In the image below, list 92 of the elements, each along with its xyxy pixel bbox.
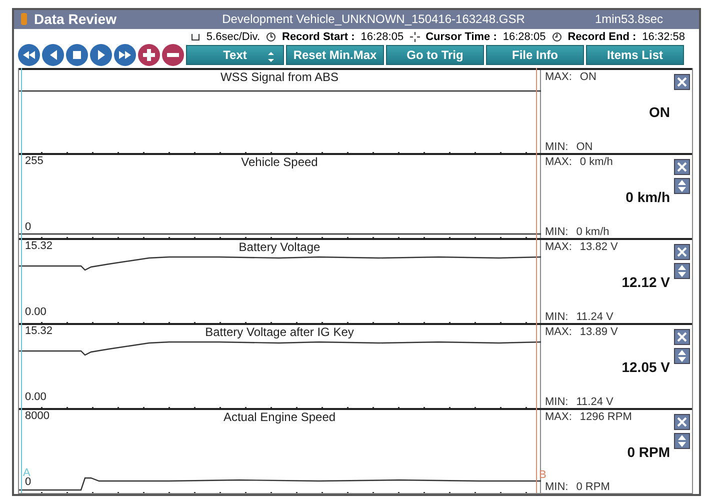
record-start-time: 16:28:05 [360, 31, 404, 44]
plus-icon [143, 49, 155, 61]
axis-min-label: 0 [25, 221, 32, 233]
min-label: MIN: [545, 311, 568, 323]
signal-title: Vehicle Speed [241, 155, 318, 169]
stop-icon [73, 51, 81, 59]
close-button[interactable] [674, 74, 690, 90]
toolbar-button[interactable]: Items List [586, 45, 684, 65]
min-value: 0 RPM [576, 481, 610, 493]
axis-min-label: 0.00 [25, 391, 46, 403]
record-duration: 1min53.8sec [594, 12, 664, 26]
reorder-button[interactable] [674, 263, 690, 279]
current-value: 12.12 V [622, 274, 671, 290]
close-button[interactable] [674, 244, 690, 260]
max-value: 13.89 V [580, 326, 618, 338]
signal-title: Battery Voltage [238, 240, 320, 254]
max-value: 13.82 V [580, 241, 618, 253]
app-logo-icon [20, 12, 28, 26]
play-button[interactable] [90, 44, 112, 66]
signal-title: Actual Engine Speed [223, 410, 336, 424]
axis-max-label: 15.32 [25, 240, 53, 252]
signal-title: WSS Signal from ABS [220, 70, 339, 84]
close-icon [677, 162, 687, 172]
close-icon [677, 247, 687, 257]
min-label: MIN: [545, 481, 568, 493]
axis-min-label: 0 [25, 476, 32, 488]
reorder-button[interactable] [674, 348, 690, 364]
toolbar-button[interactable]: Go to Trig [386, 45, 484, 65]
play-icon [98, 50, 104, 60]
record-start-label: Record Start : [282, 31, 355, 44]
time-scale: 5.6sec/Div. [206, 31, 260, 44]
cursor-label: A [23, 467, 30, 479]
scale-icon [191, 33, 200, 42]
cursor-time: 16:28:05 [502, 31, 546, 44]
reorder-button[interactable] [674, 178, 690, 194]
up-down-arrow-icon [678, 265, 686, 277]
remove-button[interactable] [162, 44, 184, 66]
close-icon [677, 77, 687, 87]
toolbar-button[interactable]: Reset Min.Max [286, 45, 384, 65]
back-button[interactable] [42, 44, 64, 66]
window-title: Data Review [34, 11, 118, 28]
close-icon [677, 332, 687, 342]
current-value: ON [649, 104, 671, 120]
axis-max-label: 255 [25, 155, 44, 167]
axis-min-label: 0.00 [25, 306, 46, 318]
min-label: MIN: [545, 396, 568, 408]
axis-max-label: 15.32 [25, 325, 53, 337]
rewind-button[interactable] [18, 44, 40, 66]
rewind-icon [23, 51, 35, 59]
close-icon [677, 417, 687, 427]
min-label: MIN: [545, 141, 568, 153]
clock-icon [266, 32, 276, 42]
current-value: 0 RPM [627, 444, 671, 460]
min-value: 0 km/h [576, 226, 610, 238]
min-value: 11.24 V [576, 311, 614, 323]
close-button[interactable] [674, 329, 690, 345]
signal-title: Battery Voltage after IG Key [205, 325, 354, 339]
display-mode-dropdown[interactable]: Text [186, 45, 284, 65]
max-label: MAX: [545, 71, 572, 83]
close-button[interactable] [674, 414, 690, 430]
min-value: ON [576, 141, 593, 153]
stop-button[interactable] [66, 44, 88, 66]
up-down-arrow-icon [678, 180, 686, 192]
minus-icon [167, 53, 179, 57]
crosshair-icon [410, 32, 420, 42]
cursor-time-label: Cursor Time : [426, 31, 497, 44]
min-label: MIN: [545, 226, 568, 238]
close-button[interactable] [674, 159, 690, 175]
record-end-label: Record End : [568, 31, 636, 44]
max-value: ON [580, 71, 596, 83]
min-value: 11.24 V [576, 396, 614, 408]
file-name: Development Vehicle_UNKNOWN_150416-163248.GSR [221, 12, 526, 26]
max-label: MAX: [545, 241, 572, 253]
max-value: 0 km/h [580, 156, 613, 168]
up-down-arrow-icon [678, 435, 686, 447]
fast-forward-icon [119, 51, 131, 59]
previous-icon [50, 50, 56, 60]
up-down-arrow-icon [678, 350, 686, 362]
current-value: 12.05 V [622, 359, 671, 375]
max-label: MAX: [545, 326, 572, 338]
toolbar-button[interactable]: File Info [486, 45, 584, 65]
max-label: MAX: [545, 411, 572, 423]
current-value: 0 km/h [626, 189, 671, 205]
max-value: 1296 RPM [580, 411, 632, 423]
axis-max-label: 8000 [25, 410, 50, 422]
add-button[interactable] [138, 44, 160, 66]
max-label: MAX: [545, 156, 572, 168]
reorder-button[interactable] [674, 433, 690, 449]
forward-button[interactable] [114, 44, 136, 66]
record-end-time: 16:32:58 [642, 31, 685, 44]
spinner-arrows-icon [267, 51, 275, 63]
clock-icon [552, 32, 562, 42]
